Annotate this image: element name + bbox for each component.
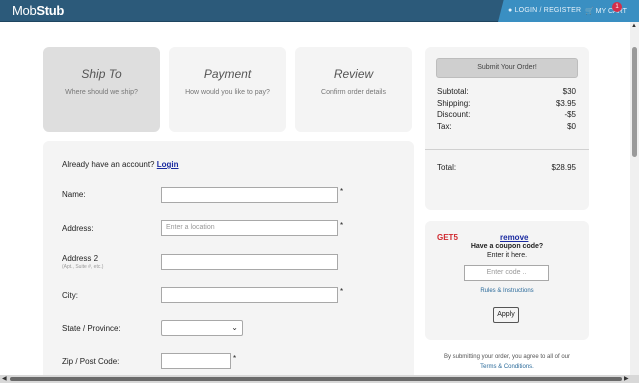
address2-field[interactable] bbox=[161, 254, 338, 270]
tax-value: $0 bbox=[567, 122, 576, 131]
step-payment[interactable]: Payment How would you like to pay? bbox=[169, 47, 286, 132]
step-subtitle: Confirm order details bbox=[321, 89, 386, 96]
site-logo[interactable]: MobStub bbox=[12, 3, 64, 18]
step-ship-to[interactable]: Ship To Where should we ship? bbox=[43, 47, 160, 132]
shipping-row: Shipping: $3.95 bbox=[437, 99, 576, 108]
required-mark: * bbox=[340, 187, 344, 196]
step-title: Review bbox=[333, 67, 374, 81]
summary-divider bbox=[425, 149, 589, 150]
state-label: State / Province: bbox=[62, 324, 121, 333]
agree-text: By submitting your order, you agree to a… bbox=[443, 354, 571, 360]
already-text: Already have an account? bbox=[62, 160, 155, 169]
shipping-value: $3.95 bbox=[555, 99, 576, 108]
coupon-code-input[interactable]: Enter code .. bbox=[464, 265, 549, 281]
zip-label: Zip / Post Code: bbox=[62, 357, 120, 366]
my-cart-label: MY CART bbox=[595, 8, 627, 15]
step-review[interactable]: Review Confirm order details bbox=[295, 47, 412, 132]
address-field[interactable]: Enter a location bbox=[161, 220, 338, 236]
name-label: Name: bbox=[62, 190, 86, 199]
subtotal-label: Subtotal: bbox=[437, 87, 469, 96]
address-label: Address: bbox=[62, 224, 94, 233]
apply-coupon-button[interactable]: Apply bbox=[493, 307, 519, 323]
scroll-right-icon[interactable]: ▶ bbox=[624, 375, 629, 382]
have-coupon-heading: Have a coupon code? bbox=[470, 243, 544, 250]
required-mark: * bbox=[233, 354, 237, 363]
total-row: Total: $28.95 bbox=[437, 163, 576, 172]
address2-hint: (Apt., Suite #, etc.) bbox=[62, 264, 104, 270]
enter-it-here-text: Enter it here. bbox=[486, 252, 528, 259]
already-have-account: Already have an account? Login bbox=[62, 160, 179, 169]
step-subtitle: Where should we ship? bbox=[65, 89, 138, 96]
login-register-link[interactable]: ● LOGIN / REGISTER bbox=[508, 7, 581, 14]
tax-label: Tax: bbox=[437, 122, 452, 131]
city-label: City: bbox=[62, 291, 78, 300]
step-subtitle: How would you like to pay? bbox=[185, 89, 270, 96]
required-mark: * bbox=[340, 287, 344, 296]
name-field[interactable] bbox=[161, 187, 338, 203]
vertical-scroll-thumb[interactable] bbox=[632, 47, 637, 157]
checkout-page: MobStub ● LOGIN / REGISTER 🛒 MY CART 1 S… bbox=[0, 0, 639, 383]
total-label: Total: bbox=[437, 163, 457, 172]
user-icon: ● bbox=[508, 7, 513, 14]
subtotal-value: $30 bbox=[562, 87, 576, 96]
tax-row: Tax: $0 bbox=[437, 122, 576, 131]
applied-coupon-code: GET5 bbox=[437, 233, 458, 242]
chevron-down-icon: ⌄ bbox=[231, 323, 238, 332]
total-value: $28.95 bbox=[551, 163, 576, 172]
remove-coupon-link[interactable]: remove bbox=[500, 233, 528, 242]
discount-label: Discount: bbox=[437, 110, 471, 119]
required-mark: * bbox=[340, 221, 344, 230]
scroll-up-icon[interactable]: ▲ bbox=[631, 23, 637, 29]
address2-label: Address 2 bbox=[62, 254, 99, 263]
zip-field[interactable] bbox=[161, 353, 231, 369]
rules-instructions-link[interactable]: Rules & Instructions bbox=[425, 288, 589, 294]
logo-part-a: Mob bbox=[12, 3, 37, 18]
login-link[interactable]: Login bbox=[157, 160, 179, 169]
step-title: Payment bbox=[203, 67, 252, 81]
city-field[interactable] bbox=[161, 287, 338, 303]
cart-count-badge: 1 bbox=[612, 2, 622, 12]
horizontal-scroll-thumb[interactable] bbox=[10, 377, 622, 381]
step-title: Ship To bbox=[81, 67, 122, 81]
cart-icon: 🛒 bbox=[585, 8, 594, 15]
terms-conditions-link[interactable]: Terms & Conditions. bbox=[425, 364, 589, 370]
discount-value: -$5 bbox=[564, 110, 576, 119]
subtotal-row: Subtotal: $30 bbox=[437, 87, 576, 96]
login-register-label: LOGIN / REGISTER bbox=[514, 7, 582, 14]
shipping-label: Shipping: bbox=[437, 99, 471, 108]
submit-order-button[interactable]: Submit Your Order! bbox=[436, 58, 578, 78]
state-select[interactable]: ⌄ bbox=[161, 320, 243, 336]
logo-part-b: Stub bbox=[36, 3, 65, 18]
scroll-left-icon[interactable]: ◀ bbox=[2, 375, 7, 382]
discount-row: Discount: -$5 bbox=[437, 110, 576, 119]
